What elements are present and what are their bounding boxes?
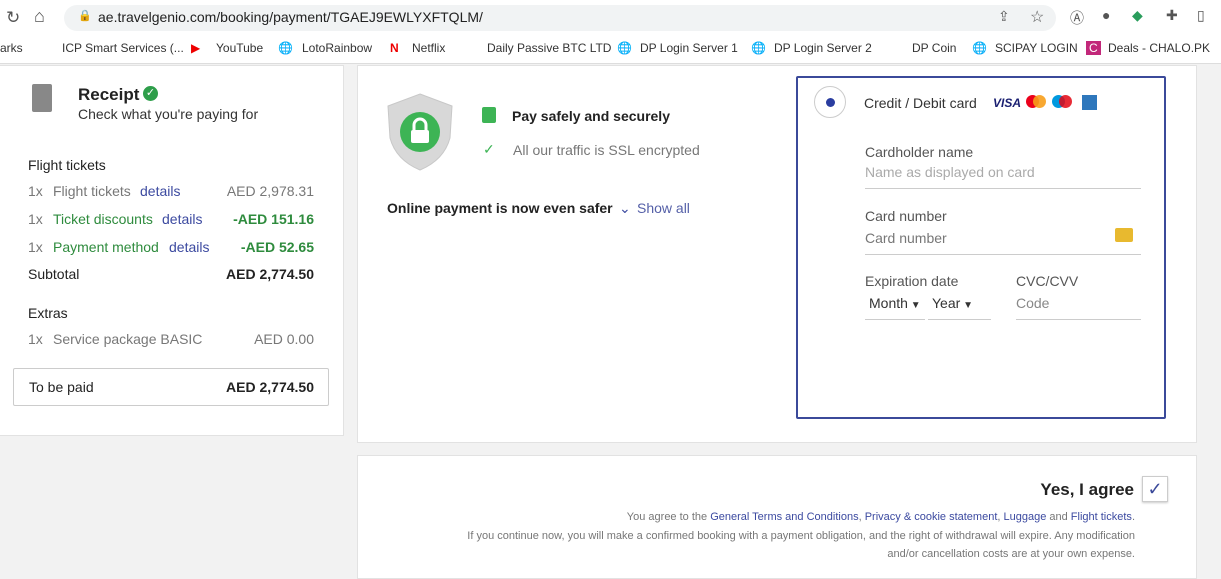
item-label: Ticket discounts xyxy=(53,211,153,227)
bookmark[interactable]: LotoRainbow xyxy=(302,41,372,55)
qty: 1x xyxy=(28,331,43,347)
flight-tickets-link[interactable]: Flight tickets xyxy=(1071,511,1132,523)
check-icon: ✓ xyxy=(143,86,158,101)
year-value: Year xyxy=(932,295,961,311)
cardholder-placeholder: Name as displayed on card xyxy=(865,164,1035,180)
obligation-text: If you continue now, you will make a con… xyxy=(467,530,1135,542)
flight-heading: Flight tickets xyxy=(28,157,106,173)
cardholder-label: Cardholder name xyxy=(865,144,974,160)
qty: 1x xyxy=(28,183,43,199)
lock-icon: 🔒 xyxy=(78,10,92,22)
globe-icon: 🌐 xyxy=(751,41,766,55)
card-number-placeholder: Card number xyxy=(865,230,947,246)
item-label: Payment method xyxy=(53,239,159,255)
item-amount: AED 0.00 xyxy=(254,331,314,347)
cvc-input[interactable]: Code xyxy=(1016,295,1141,320)
star-icon[interactable]: ☆ xyxy=(1030,7,1044,27)
ssl-text: All our traffic is SSL encrypted xyxy=(513,142,700,158)
bookmark[interactable]: Daily Passive BTC LTD xyxy=(487,41,611,55)
bookmark[interactable]: Netflix xyxy=(412,41,445,55)
online-safer-text: Online payment is now even safer xyxy=(387,200,613,216)
lock-icon xyxy=(482,107,496,123)
item-label: Service package BASIC xyxy=(53,331,203,347)
item-label: Flight tickets xyxy=(53,183,131,199)
youtube-icon: ▶ xyxy=(191,41,201,55)
cvc-placeholder: Code xyxy=(1016,295,1050,311)
url-text[interactable]: ae.travelgenio.com/booking/payment/TGAEJ… xyxy=(98,9,483,25)
amex-icon xyxy=(1082,95,1097,110)
netflix-icon: N xyxy=(390,41,399,55)
sidepanel-icon[interactable]: ▯ xyxy=(1197,7,1205,24)
agree-checkbox[interactable]: ✓ xyxy=(1142,476,1168,502)
card-method-label: Credit / Debit card xyxy=(864,95,977,111)
reload-icon[interactable]: ↻ xyxy=(6,8,20,28)
item-amount: -AED 52.65 xyxy=(240,239,314,255)
chalo-icon: C xyxy=(1086,41,1101,55)
puzzle-icon[interactable]: ✚ xyxy=(1166,7,1178,24)
chevron-down-icon[interactable]: ⌄ xyxy=(619,200,631,217)
bookmark[interactable]: DP Login Server 2 xyxy=(774,41,872,55)
bookmark[interactable]: arks xyxy=(0,41,23,55)
expiration-label: Expiration date xyxy=(865,273,959,289)
show-all-link[interactable]: Show all xyxy=(637,200,690,216)
agree-label: Yes, I agree xyxy=(1040,480,1134,499)
globe-icon: 🌐 xyxy=(972,41,987,55)
extension-gem-icon[interactable]: ◆ xyxy=(1132,7,1143,24)
year-select[interactable]: Year ▼ xyxy=(928,295,991,320)
bookmark[interactable]: YouTube xyxy=(216,41,263,55)
receipt-subtitle: Check what you're paying for xyxy=(78,106,259,122)
mastercard-icon xyxy=(1026,95,1046,109)
subtotal-label: Subtotal xyxy=(28,266,80,282)
cvc-label: CVC/CVV xyxy=(1016,273,1079,289)
details-link[interactable]: details xyxy=(169,239,209,255)
month-select[interactable]: Month ▼ xyxy=(865,295,925,320)
globe-icon: 🌐 xyxy=(617,41,632,55)
bookmark[interactable]: Deals - CHALO.PK xyxy=(1108,41,1210,55)
bookmark[interactable]: DP Login Server 1 xyxy=(640,41,738,55)
cancellation-text: and/or cancellation costs are at your ow… xyxy=(887,548,1135,560)
visa-icon: VISA xyxy=(993,96,1022,110)
subtotal-amount: AED 2,774.50 xyxy=(226,266,314,282)
card-number-input[interactable]: Card number xyxy=(865,230,1141,255)
secure-title: Pay safely and securely xyxy=(512,108,670,124)
card-number-label: Card number xyxy=(865,208,947,224)
receipt-title: Receipt xyxy=(78,85,140,104)
maestro-icon xyxy=(1052,95,1072,109)
globe-icon: 🌐 xyxy=(278,41,293,55)
terms-link[interactable]: General Terms and Conditions xyxy=(710,511,858,523)
luggage-link[interactable]: Luggage xyxy=(1004,511,1047,523)
check-icon: ✓ xyxy=(483,141,495,157)
details-link[interactable]: details xyxy=(140,183,180,199)
shield-icon xyxy=(387,93,453,171)
month-value: Month xyxy=(869,295,908,311)
total-amount: AED 2,774.50 xyxy=(226,379,314,395)
bookmark[interactable]: DP Coin xyxy=(912,41,956,55)
details-link[interactable]: details xyxy=(162,211,202,227)
qty: 1x xyxy=(28,211,43,227)
qty: 1x xyxy=(28,239,43,255)
extension-circle-icon[interactable]: ● xyxy=(1102,7,1110,23)
item-amount: -AED 151.16 xyxy=(233,211,314,227)
privacy-link[interactable]: Privacy & cookie statement xyxy=(865,511,998,523)
extension-a-icon[interactable]: Ⓐ xyxy=(1070,8,1084,28)
extras-heading: Extras xyxy=(28,305,68,321)
terms-line: You agree to the General Terms and Condi… xyxy=(626,511,1135,523)
item-amount: AED 2,978.31 xyxy=(226,183,314,199)
credit-card-icon xyxy=(1115,228,1133,242)
receipt-icon xyxy=(32,84,52,112)
cardholder-input[interactable]: Name as displayed on card xyxy=(865,164,1141,189)
total-label: To be paid xyxy=(29,379,94,395)
bookmark[interactable]: SCIPAY LOGIN xyxy=(995,41,1078,55)
share-icon[interactable]: ⇪ xyxy=(998,8,1010,25)
bookmark[interactable]: ICP Smart Services (... xyxy=(62,41,184,55)
home-icon[interactable]: ⌂ xyxy=(34,6,45,27)
card-radio[interactable] xyxy=(814,86,846,118)
